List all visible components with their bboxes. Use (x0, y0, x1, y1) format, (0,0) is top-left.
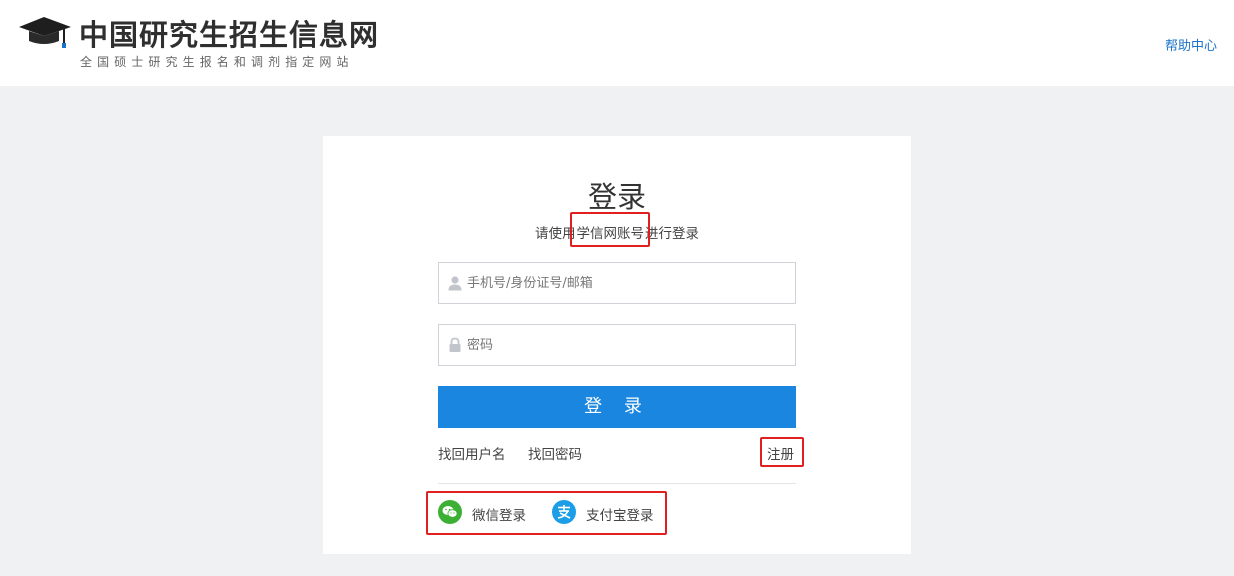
wechat-login-label: 微信登录 (472, 508, 526, 524)
lock-icon (447, 337, 463, 353)
site-subtitle: 全国硕士研究生报名和调剂指定网站 (80, 55, 354, 69)
user-icon (447, 275, 463, 291)
username-input[interactable] (467, 263, 787, 303)
graduation-cap-icon (16, 14, 74, 50)
help-center-link[interactable]: 帮助中心 (1165, 35, 1217, 54)
find-password-link[interactable]: 找回密码 (528, 443, 582, 463)
alipay-icon (552, 500, 576, 524)
login-button[interactable]: 登 录 (438, 386, 796, 428)
site-header: 中国研究生招生信息网 全国硕士研究生报名和调剂指定网站 帮助中心 (0, 0, 1234, 86)
divider (438, 483, 796, 484)
find-username-link[interactable]: 找回用户名 (438, 443, 506, 463)
login-title: 登录 (587, 180, 646, 214)
login-tip: 请使用学信网账号进行登录 (323, 222, 911, 242)
username-field[interactable] (438, 262, 796, 304)
login-tip-account: 学信网账号 (576, 226, 645, 242)
register-link[interactable]: 注册 (767, 443, 794, 463)
site-title: 中国研究生招生信息网 (79, 18, 380, 52)
wechat-icon (438, 500, 462, 524)
login-panel: 登录 请使用学信网账号进行登录 登 录 找回用户名 找回密码 注册 (323, 136, 911, 554)
alipay-login-label: 支付宝登录 (586, 508, 654, 524)
login-tip-prefix: 请使用 (535, 226, 576, 242)
password-field[interactable] (438, 324, 796, 366)
password-input[interactable] (467, 325, 787, 365)
login-tip-suffix: 进行登录 (645, 226, 699, 242)
